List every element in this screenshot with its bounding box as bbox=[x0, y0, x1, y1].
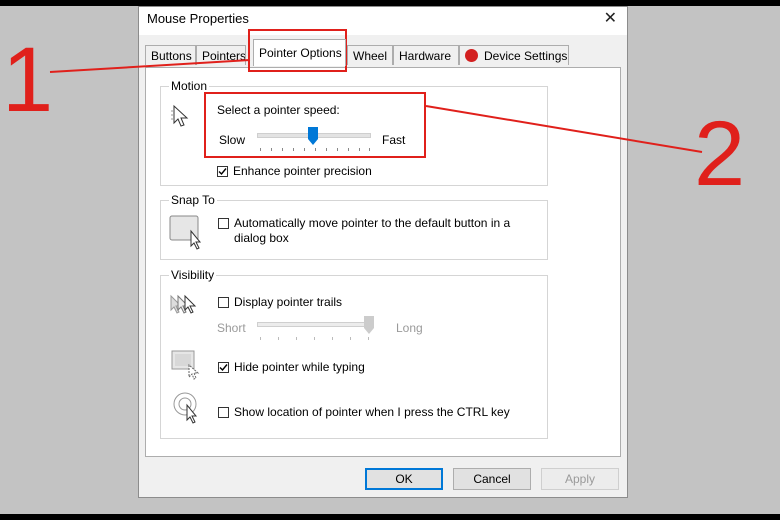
annotation-number-2: 2 bbox=[694, 103, 746, 205]
tab-pointer-options[interactable]: Pointer Options bbox=[253, 39, 346, 66]
annotation-lines bbox=[49, 59, 703, 153]
tab-label: Pointer Options bbox=[259, 46, 342, 60]
annotation-number-1: 1 bbox=[2, 29, 54, 131]
